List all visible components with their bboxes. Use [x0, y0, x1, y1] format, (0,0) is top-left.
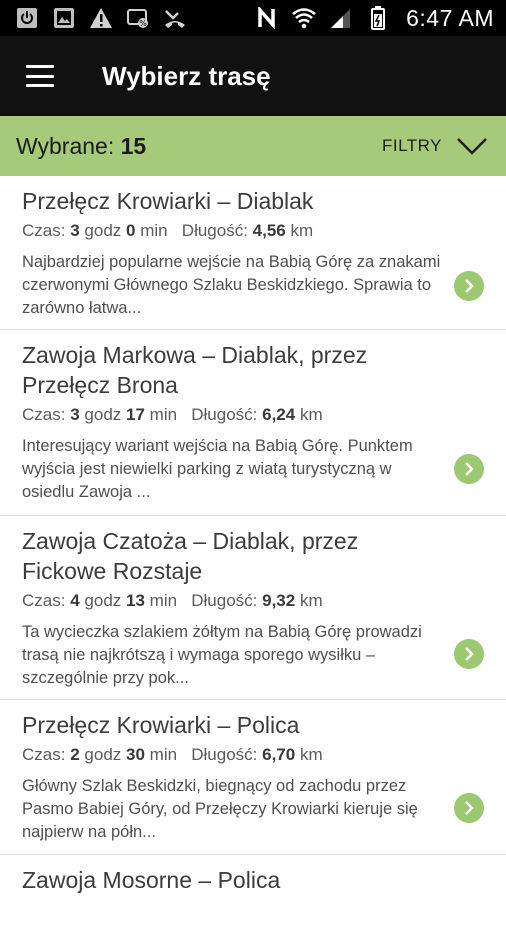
route-list-item[interactable]: Zawoja Mosorne – Polica	[0, 855, 506, 935]
missed-call-icon	[162, 7, 188, 29]
length-label: Długość:	[181, 221, 248, 240]
battery-icon	[365, 6, 391, 30]
length-label: Długość:	[191, 745, 258, 764]
power-icon	[14, 7, 40, 29]
filters-label: FILTRY	[382, 136, 442, 155]
route-minutes: 17	[126, 405, 145, 424]
route-list-item[interactable]: Przełęcz Krowiarki – Diablak Czas: 3 god…	[0, 176, 506, 330]
route-title: Zawoja Mosorne – Polica	[22, 867, 281, 893]
selected-count: 15	[120, 132, 147, 159]
signal-icon	[328, 7, 354, 29]
time-label: Czas:	[22, 745, 66, 764]
minutes-unit: min	[149, 405, 178, 424]
chevron-right-icon	[465, 279, 474, 293]
length-unit: km	[290, 221, 314, 240]
selected-label: Wybrane:	[16, 132, 115, 159]
chevron-right-icon	[465, 647, 474, 661]
route-open-button[interactable]	[454, 271, 484, 301]
page-title: Wybierz trasę	[102, 60, 271, 91]
minutes-unit: min	[149, 745, 178, 764]
hours-unit: godz	[84, 405, 122, 424]
route-description: Główny Szlak Beskidzki, biegnący od zach…	[22, 777, 418, 841]
length-label: Długość:	[191, 405, 258, 424]
route-length: 4,56	[252, 221, 286, 240]
chevron-down-icon	[457, 138, 487, 155]
route-description: Ta wycieczka szlakiem żółtym na Babią Gó…	[22, 623, 422, 687]
length-unit: km	[299, 591, 323, 610]
route-title: Przełęcz Krowiarki – Polica	[22, 712, 300, 738]
time-label: Czas:	[22, 591, 66, 610]
length-unit: km	[299, 745, 323, 764]
app-bar: Wybierz trasę	[0, 36, 506, 116]
route-list-item[interactable]: Zawoja Markowa – Diablak, przez Przełęcz…	[0, 330, 506, 516]
selected-count-text: Wybrane: 15	[16, 133, 146, 160]
time-label: Czas:	[22, 405, 66, 424]
route-length: 9,32	[262, 591, 296, 610]
route-length: 6,24	[262, 405, 296, 424]
length-label: Długość:	[191, 591, 258, 610]
chevron-right-icon	[465, 801, 474, 815]
filters-button[interactable]: FILTRY	[382, 136, 488, 156]
clock: 6:47 AM	[406, 4, 494, 31]
hours-unit: godz	[84, 221, 122, 240]
route-minutes: 30	[126, 745, 145, 764]
hours-unit: godz	[84, 745, 122, 764]
route-minutes: 0	[126, 221, 136, 240]
route-minutes: 13	[126, 591, 145, 610]
minutes-unit: min	[140, 221, 168, 240]
hamburger-menu-icon[interactable]	[26, 65, 54, 87]
data-saver-icon: %	[125, 7, 151, 29]
route-title: Zawoja Markowa – Diablak, przez Przełęcz…	[22, 342, 368, 398]
time-label: Czas:	[22, 221, 66, 240]
route-meta: Czas: 2 godz 30 min Długość: 6,70 km	[22, 744, 446, 766]
route-open-button[interactable]	[454, 639, 484, 669]
route-open-button[interactable]	[454, 454, 484, 484]
nfc-icon	[254, 7, 280, 29]
route-hours: 3	[70, 221, 80, 240]
warning-icon	[88, 7, 114, 29]
route-title: Zawoja Czatoża – Diablak, przez Fickowe …	[22, 528, 359, 584]
route-list-item[interactable]: Zawoja Czatoża – Diablak, przez Fickowe …	[0, 516, 506, 700]
route-description: Najbardziej popularne wejście na Babią G…	[22, 253, 441, 317]
image-icon	[51, 7, 77, 29]
route-meta: Czas: 4 godz 13 min Długość: 9,32 km	[22, 590, 446, 612]
length-unit: km	[299, 405, 323, 424]
route-list-item[interactable]: Przełęcz Krowiarki – Polica Czas: 2 godz…	[0, 700, 506, 855]
status-bar-right: 6:47 AM	[254, 5, 494, 32]
hours-unit: godz	[84, 591, 122, 610]
chevron-right-icon	[465, 462, 474, 476]
route-length: 6,70	[262, 745, 296, 764]
route-meta: Czas: 3 godz 17 min Długość: 6,24 km	[22, 404, 446, 426]
svg-text:%: %	[139, 19, 147, 28]
routes-list: Przełęcz Krowiarki – Diablak Czas: 3 god…	[0, 176, 506, 935]
wifi-icon	[291, 7, 317, 29]
status-bar-left: %	[14, 7, 188, 29]
route-meta: Czas: 3 godz 0 min Długość: 4,56 km	[22, 220, 446, 242]
route-description: Interesujący wariant wejścia na Babią Gó…	[22, 437, 413, 501]
status-bar: % 6:47 AM	[0, 0, 506, 36]
route-title: Przełęcz Krowiarki – Diablak	[22, 188, 314, 214]
route-hours: 3	[70, 405, 80, 424]
route-hours: 4	[70, 591, 80, 610]
filter-bar: Wybrane: 15 FILTRY	[0, 116, 506, 176]
route-open-button[interactable]	[454, 793, 484, 823]
minutes-unit: min	[149, 591, 178, 610]
route-hours: 2	[70, 745, 80, 764]
